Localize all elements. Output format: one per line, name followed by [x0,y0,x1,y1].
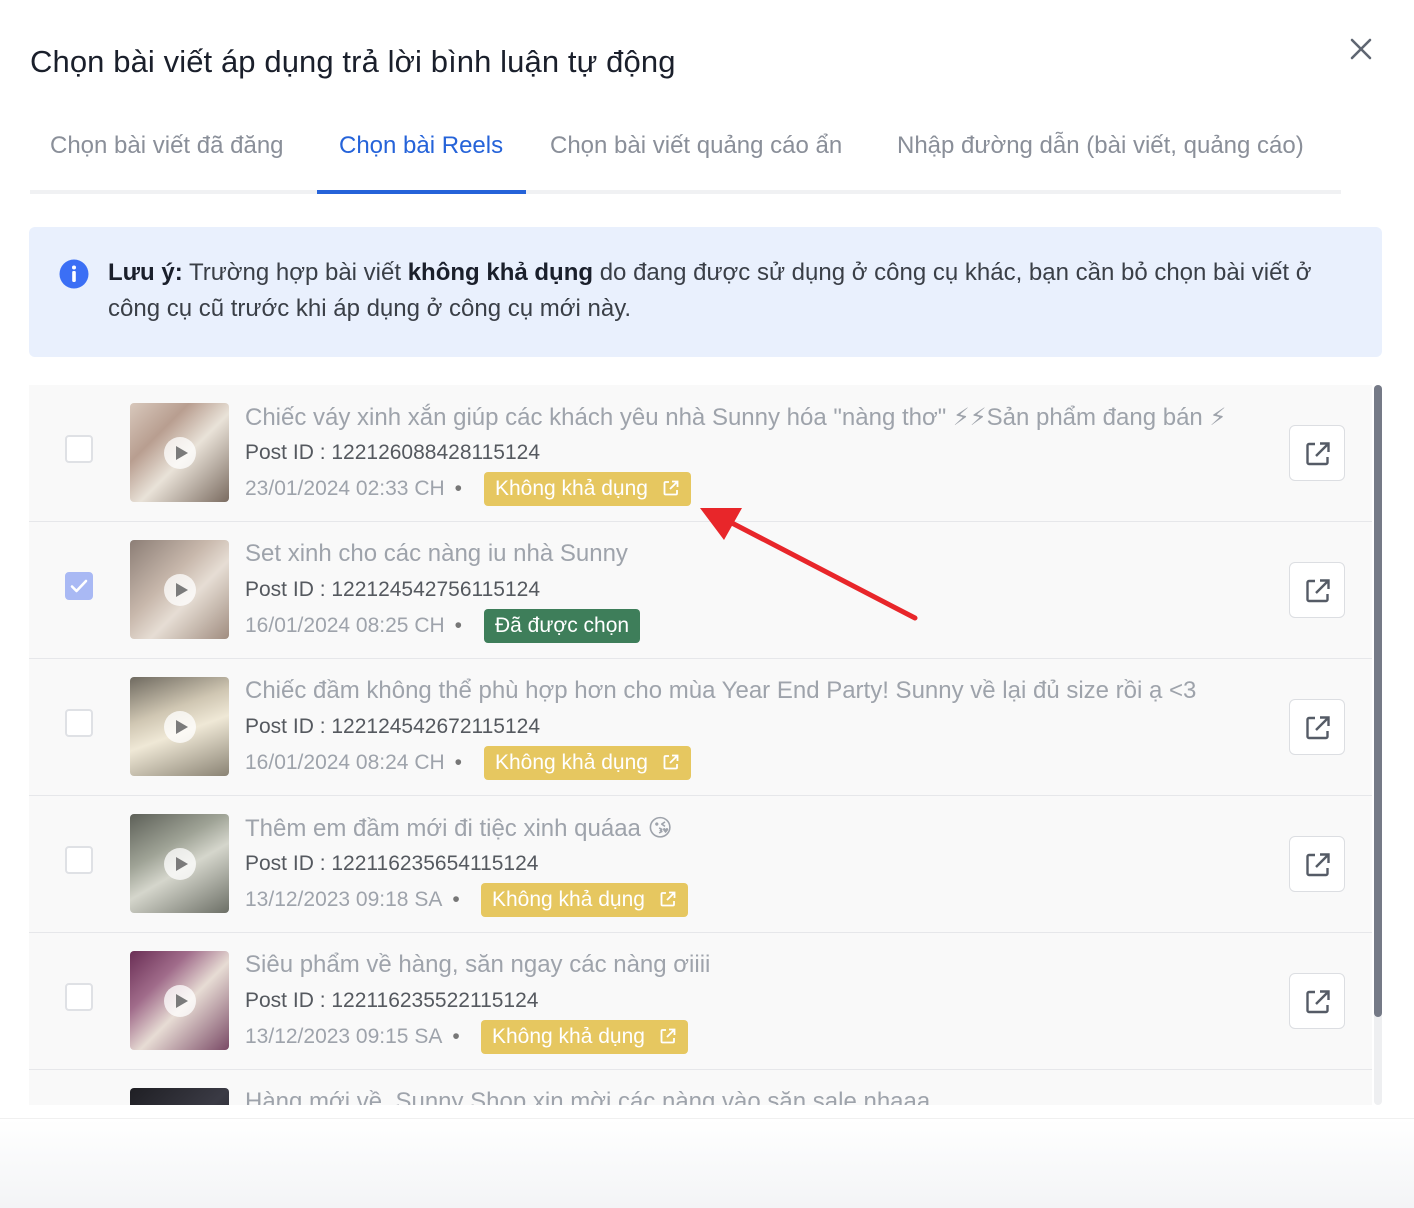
status-badge-label: Không khả dụng [492,1025,645,1048]
play-icon [164,437,196,469]
close-button[interactable] [1344,32,1378,66]
open-post-button[interactable] [1289,836,1345,892]
play-icon [164,985,196,1017]
post-title: Chiếc váy xinh xắn giúp các khách yêu nh… [245,404,1227,431]
post-thumbnail [130,814,229,913]
open-post-button[interactable] [1289,425,1345,481]
status-badge-unavailable[interactable]: Không khả dụng [484,472,691,506]
post-id: Post ID : 122124542756115124 [245,578,541,601]
status-badge-chosen: Đã được chọn [484,609,641,643]
post-date: 23/01/2024 02:33 CH • [245,477,472,501]
tab-enter-link[interactable]: Nhập đường dẫn (bài viết, quảng cáo) [897,132,1304,160]
separator-dot: • [454,477,463,500]
post-date-text: 16/01/2024 08:25 CH [245,614,445,637]
external-link-icon [663,754,679,770]
open-post-button[interactable] [1289,562,1345,618]
external-link-icon [660,1028,676,1044]
tab-reels[interactable]: Chọn bài Reels [339,132,503,160]
status-badge-label: Không khả dụng [492,888,645,911]
status-badge-label: Đã được chọn [495,614,630,637]
post-title: Chiếc đầm không thể phù hợp hơn cho mùa … [245,677,1197,704]
post-date-text: 13/12/2023 09:18 SA [245,888,443,911]
notice-bold: không khả dụng [407,259,594,286]
post-date-text: 23/01/2024 02:33 CH [245,477,445,500]
separator-dot: • [454,751,463,774]
open-external-icon [1306,716,1330,740]
active-tab-indicator [317,190,526,194]
scrollbar-thumb[interactable] [1374,385,1382,1017]
post-id: Post ID : 122116235522115124 [245,989,539,1012]
tab-published-posts[interactable]: Chọn bài viết đã đăng [50,132,284,160]
post-date: 13/12/2023 09:15 SA • [245,1025,470,1049]
notice-text: Lưu ý: Trường hợp bài viết không khả dụn… [108,255,1348,327]
dialog-footer [0,1118,1414,1208]
open-external-icon [1306,990,1330,1014]
open-external-icon [1306,853,1330,877]
post-thumbnail [130,540,229,639]
play-icon [164,848,196,880]
post-checkbox[interactable] [65,709,93,737]
red-arrow-icon [700,508,918,621]
check-icon [70,579,88,593]
post-row[interactable]: Hàng mới về, Sunny Shop xin mời các nàng… [29,1070,1372,1105]
open-post-button[interactable] [1289,973,1345,1029]
post-row[interactable]: Chiếc đầm không thể phù hợp hơn cho mùa … [29,659,1372,796]
external-link-icon [663,480,679,496]
external-link-icon [660,891,676,907]
post-date: 16/01/2024 08:25 CH • [245,614,472,638]
post-thumbnail [130,677,229,776]
post-title: Thêm em đầm mới đi tiệc xinh quáaa 😘 [245,815,673,842]
post-date-text: 16/01/2024 08:24 CH [245,751,445,774]
separator-dot: • [452,1025,460,1048]
post-date-text: 13/12/2023 09:15 SA [245,1025,443,1048]
post-row[interactable]: Siêu phẩm về hàng, săn ngay các nàng ơii… [29,933,1372,1070]
post-checkbox[interactable] [65,846,93,874]
post-checkbox[interactable] [65,983,93,1011]
separator-dot: • [454,614,463,637]
post-title: Siêu phẩm về hàng, săn ngay các nàng ơii… [245,951,711,978]
post-row[interactable]: Thêm em đầm mới đi tiệc xinh quáaa 😘 Pos… [29,796,1372,933]
post-id: Post ID : 122116235654115124 [245,852,539,875]
tab-bar: Chọn bài viết đã đăng Chọn bài Reels Chọ… [30,118,1341,194]
close-icon [1350,38,1372,60]
notice-prefix: Lưu ý: [108,259,183,286]
post-checkbox[interactable] [65,435,93,463]
status-badge-label: Không khả dụng [495,751,648,774]
play-icon [164,574,196,606]
dialog: Chọn bài viết áp dụng trả lời bình luận … [0,0,1414,1208]
notice-text-part1: Trường hợp bài viết [182,259,408,286]
notice-banner: Lưu ý: Trường hợp bài viết không khả dụn… [29,227,1382,357]
open-post-button[interactable] [1289,699,1345,755]
tab-hidden-ads[interactable]: Chọn bài viết quảng cáo ẩn [550,132,842,160]
dialog-title: Chọn bài viết áp dụng trả lời bình luận … [30,44,676,79]
open-external-icon [1306,579,1330,603]
post-date: 13/12/2023 09:18 SA • [245,888,470,912]
status-badge-unavailable[interactable]: Không khả dụng [481,883,688,917]
post-thumbnail [130,403,229,502]
post-id: Post ID : 122124542672115124 [245,715,541,738]
post-list[interactable]: Chiếc váy xinh xắn giúp các khách yêu nh… [29,385,1372,1105]
post-date: 16/01/2024 08:24 CH • [245,751,472,775]
separator-dot: • [452,888,460,911]
status-badge-label: Không khả dụng [495,477,648,500]
play-icon [164,711,196,743]
post-thumbnail [130,1088,229,1105]
post-checkbox-checked[interactable] [65,572,93,600]
status-badge-unavailable[interactable]: Không khả dụng [481,1020,688,1054]
post-thumbnail [130,951,229,1050]
post-title: Set xinh cho các nàng iu nhà Sunny [245,540,628,567]
status-badge-unavailable[interactable]: Không khả dụng [484,746,691,780]
post-title: Hàng mới về, Sunny Shop xin mời các nàng… [245,1088,931,1105]
open-external-icon [1306,442,1330,466]
post-id: Post ID : 122126088428115124 [245,441,541,464]
info-icon [59,259,89,289]
